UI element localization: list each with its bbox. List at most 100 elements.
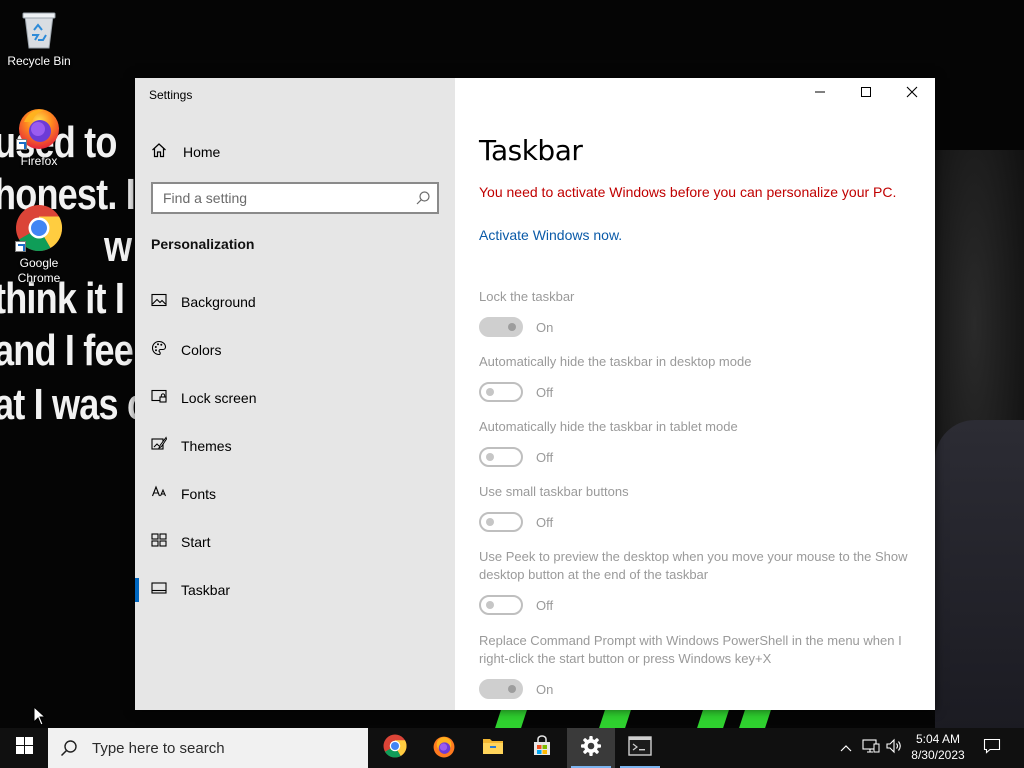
- taskbar-search-input[interactable]: [92, 739, 352, 757]
- setting-autohide-tablet: Automatically hide the taskbar in tablet…: [479, 418, 919, 467]
- peek-toggle[interactable]: [479, 595, 523, 615]
- nav-home[interactable]: Home: [151, 142, 220, 162]
- home-icon: [151, 142, 167, 163]
- taskbar-app-store[interactable]: [518, 728, 566, 768]
- volume-tray-button[interactable]: [884, 728, 906, 768]
- wallpaper-green-accent: [598, 708, 632, 728]
- terminal-icon: [628, 735, 652, 761]
- close-icon: [906, 85, 918, 103]
- close-button[interactable]: [889, 78, 935, 110]
- nav-item-start[interactable]: Start: [135, 518, 455, 566]
- setting-lock-taskbar: Lock the taskbar On: [479, 288, 919, 337]
- autohide-tablet-toggle[interactable]: [479, 447, 523, 467]
- taskbar-app-terminal[interactable]: [616, 728, 664, 768]
- desktop-icon-firefox[interactable]: Firefox: [0, 104, 78, 169]
- wallpaper-figure-shoulder: [935, 420, 1024, 728]
- show-hidden-icons-button[interactable]: [836, 728, 856, 768]
- setting-label: Automatically hide the taskbar in tablet…: [479, 419, 738, 434]
- nav-section-title: Personalization: [151, 236, 255, 252]
- nav-item-label: Background: [181, 294, 256, 310]
- picture-icon: [151, 292, 167, 313]
- maximize-button[interactable]: [843, 78, 889, 110]
- taskbar-app-chrome[interactable]: [371, 728, 419, 768]
- taskbar: 5:04 AM 8/30/2023: [0, 728, 1024, 768]
- wallpaper-text-line: w: [104, 222, 132, 271]
- start-icon: [151, 532, 167, 553]
- store-icon: [531, 734, 553, 762]
- lock-taskbar-toggle[interactable]: [479, 317, 523, 337]
- firefox-icon: [432, 734, 456, 763]
- wallpaper-green-accent: [494, 708, 528, 728]
- nav-item-label: Themes: [181, 438, 232, 454]
- setting-label: Lock the taskbar: [479, 289, 575, 304]
- desktop-icon-label: Google Chrome: [17, 256, 61, 285]
- toggle-state-text: Off: [536, 449, 554, 465]
- chrome-icon: [15, 204, 63, 252]
- nav-list: Background Colors Lock screen Themes Fon…: [135, 278, 455, 614]
- desktop-icon-label: Recycle Bin: [7, 54, 71, 68]
- themes-icon: [151, 435, 168, 457]
- nav-item-themes[interactable]: Themes: [135, 422, 455, 470]
- taskbar-app-settings[interactable]: [567, 728, 615, 768]
- settings-content-pane: Taskbar You need to activate Windows bef…: [455, 78, 935, 710]
- powershell-toggle[interactable]: [479, 679, 523, 699]
- settings-window: Settings Home Personalization Background: [135, 78, 935, 710]
- shortcut-arrow-icon: [16, 139, 27, 150]
- palette-icon: [151, 340, 167, 361]
- chevron-up-icon: [840, 739, 852, 757]
- volume-icon: [886, 738, 904, 759]
- taskbar-app-file-explorer[interactable]: [469, 728, 517, 768]
- page-title: Taskbar: [479, 134, 583, 167]
- toggle-state-text: Off: [536, 384, 554, 400]
- autohide-desktop-toggle[interactable]: [479, 382, 523, 402]
- taskbar-search-box[interactable]: [48, 728, 368, 768]
- nav-item-taskbar[interactable]: Taskbar: [135, 566, 455, 614]
- maximize-icon: [860, 85, 872, 103]
- lock-screen-icon: [151, 388, 167, 409]
- nav-item-lock-screen[interactable]: Lock screen: [135, 374, 455, 422]
- toggle-state-text: Off: [536, 514, 554, 530]
- action-center-button[interactable]: [976, 728, 1008, 768]
- nav-item-label: Colors: [181, 342, 222, 358]
- notification-icon: [983, 738, 1001, 759]
- setting-label: Use Peek to preview the desktop when you…: [479, 549, 908, 582]
- activate-windows-link[interactable]: Activate Windows now.: [479, 227, 622, 243]
- setting-label: Use small taskbar buttons: [479, 484, 629, 499]
- nav-item-label: Start: [181, 534, 211, 550]
- desktop-icon-google-chrome[interactable]: Google Chrome: [0, 204, 78, 286]
- chrome-icon: [383, 734, 407, 763]
- mouse-cursor-icon: [33, 706, 47, 726]
- window-title: Settings: [149, 88, 193, 102]
- wallpaper-text-line: at I was c: [0, 380, 147, 429]
- wallpaper-text-line: and I fee: [0, 326, 134, 375]
- setting-peek: Use Peek to preview the desktop when you…: [479, 548, 909, 615]
- clock-time: 5:04 AM: [915, 732, 961, 746]
- minimize-button[interactable]: [797, 78, 843, 110]
- setting-autohide-desktop: Automatically hide the taskbar in deskto…: [479, 353, 919, 402]
- wallpaper-green-accent: [738, 708, 772, 728]
- nav-item-label: Lock screen: [181, 390, 257, 406]
- find-setting-search[interactable]: [151, 182, 439, 214]
- nav-item-fonts[interactable]: Fonts: [135, 470, 455, 518]
- setting-label: Replace Command Prompt with Windows Powe…: [479, 633, 902, 666]
- taskbar-app-firefox[interactable]: [420, 728, 468, 768]
- setting-small-buttons: Use small taskbar buttons Off: [479, 483, 919, 532]
- windows-logo-icon: [15, 737, 33, 759]
- start-button[interactable]: [0, 728, 48, 768]
- taskbar-clock[interactable]: 5:04 AM 8/30/2023: [905, 731, 971, 763]
- toggle-state-text: Off: [536, 597, 554, 613]
- nav-home-label: Home: [183, 144, 221, 160]
- nav-item-background[interactable]: Background: [135, 278, 455, 326]
- desktop-icon-recycle-bin[interactable]: Recycle Bin: [0, 8, 78, 69]
- firefox-icon: [16, 104, 62, 150]
- shortcut-arrow-icon: [15, 241, 26, 252]
- small-buttons-toggle[interactable]: [479, 512, 523, 532]
- setting-powershell: Replace Command Prompt with Windows Powe…: [479, 632, 909, 699]
- network-tray-button[interactable]: [860, 728, 882, 768]
- recycle-bin-icon: [19, 8, 59, 50]
- activation-warning: You need to activate Windows before you …: [479, 184, 897, 200]
- find-setting-input[interactable]: [153, 184, 403, 212]
- search-icon[interactable]: [415, 190, 431, 211]
- minimize-icon: [814, 85, 826, 103]
- nav-item-colors[interactable]: Colors: [135, 326, 455, 374]
